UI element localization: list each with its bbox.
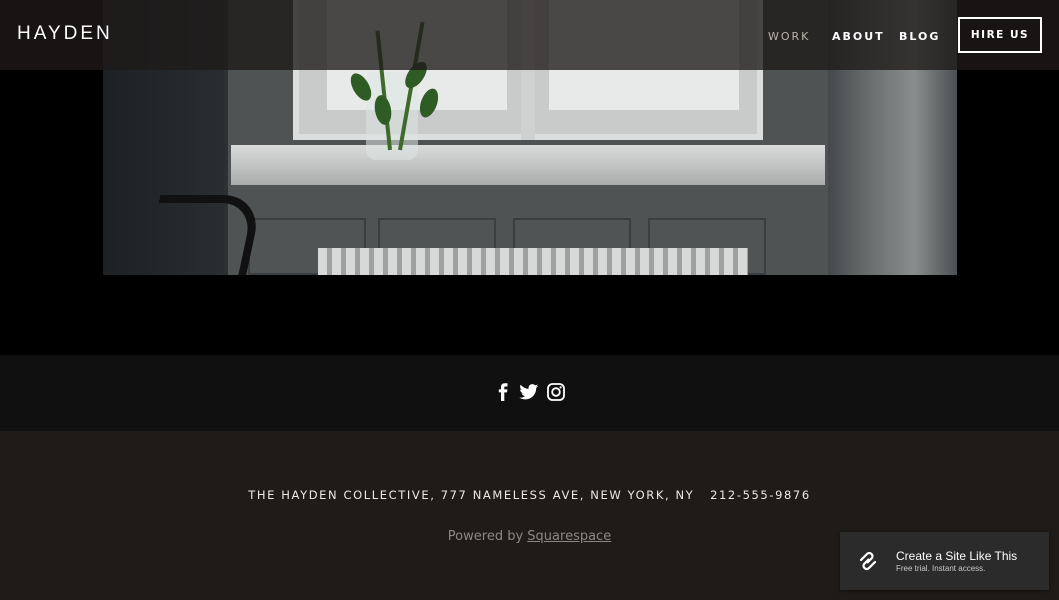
social-bar <box>0 355 1059 431</box>
squarespace-link[interactable]: Squarespace <box>527 529 611 544</box>
nav-blog[interactable]: BLOG <box>899 30 940 43</box>
chair-graphic <box>141 195 264 275</box>
create-site-badge[interactable]: Create a Site Like This Free trial. Inst… <box>840 532 1049 590</box>
site-header: HAYDEN WORK ABOUT BLOG HIRE US <box>0 0 1059 70</box>
badge-subtitle: Free trial. Instant access. <box>896 564 986 573</box>
squarespace-logo-icon <box>857 550 879 572</box>
powered-by-prefix: Powered by <box>447 529 524 544</box>
instagram-icon[interactable] <box>545 381 567 403</box>
facebook-icon[interactable] <box>492 381 514 403</box>
radiator-graphic <box>318 248 748 275</box>
badge-title: Create a Site Like This <box>896 549 1018 563</box>
nav-about[interactable]: ABOUT <box>832 30 885 43</box>
hire-us-button[interactable]: HIRE US <box>958 17 1042 53</box>
nav-work[interactable]: WORK <box>768 30 810 43</box>
site-logo[interactable]: HAYDEN <box>17 23 113 45</box>
footer-address: THE HAYDEN COLLECTIVE, 777 NAMELESS AVE,… <box>248 488 811 502</box>
twitter-icon[interactable] <box>518 381 540 403</box>
